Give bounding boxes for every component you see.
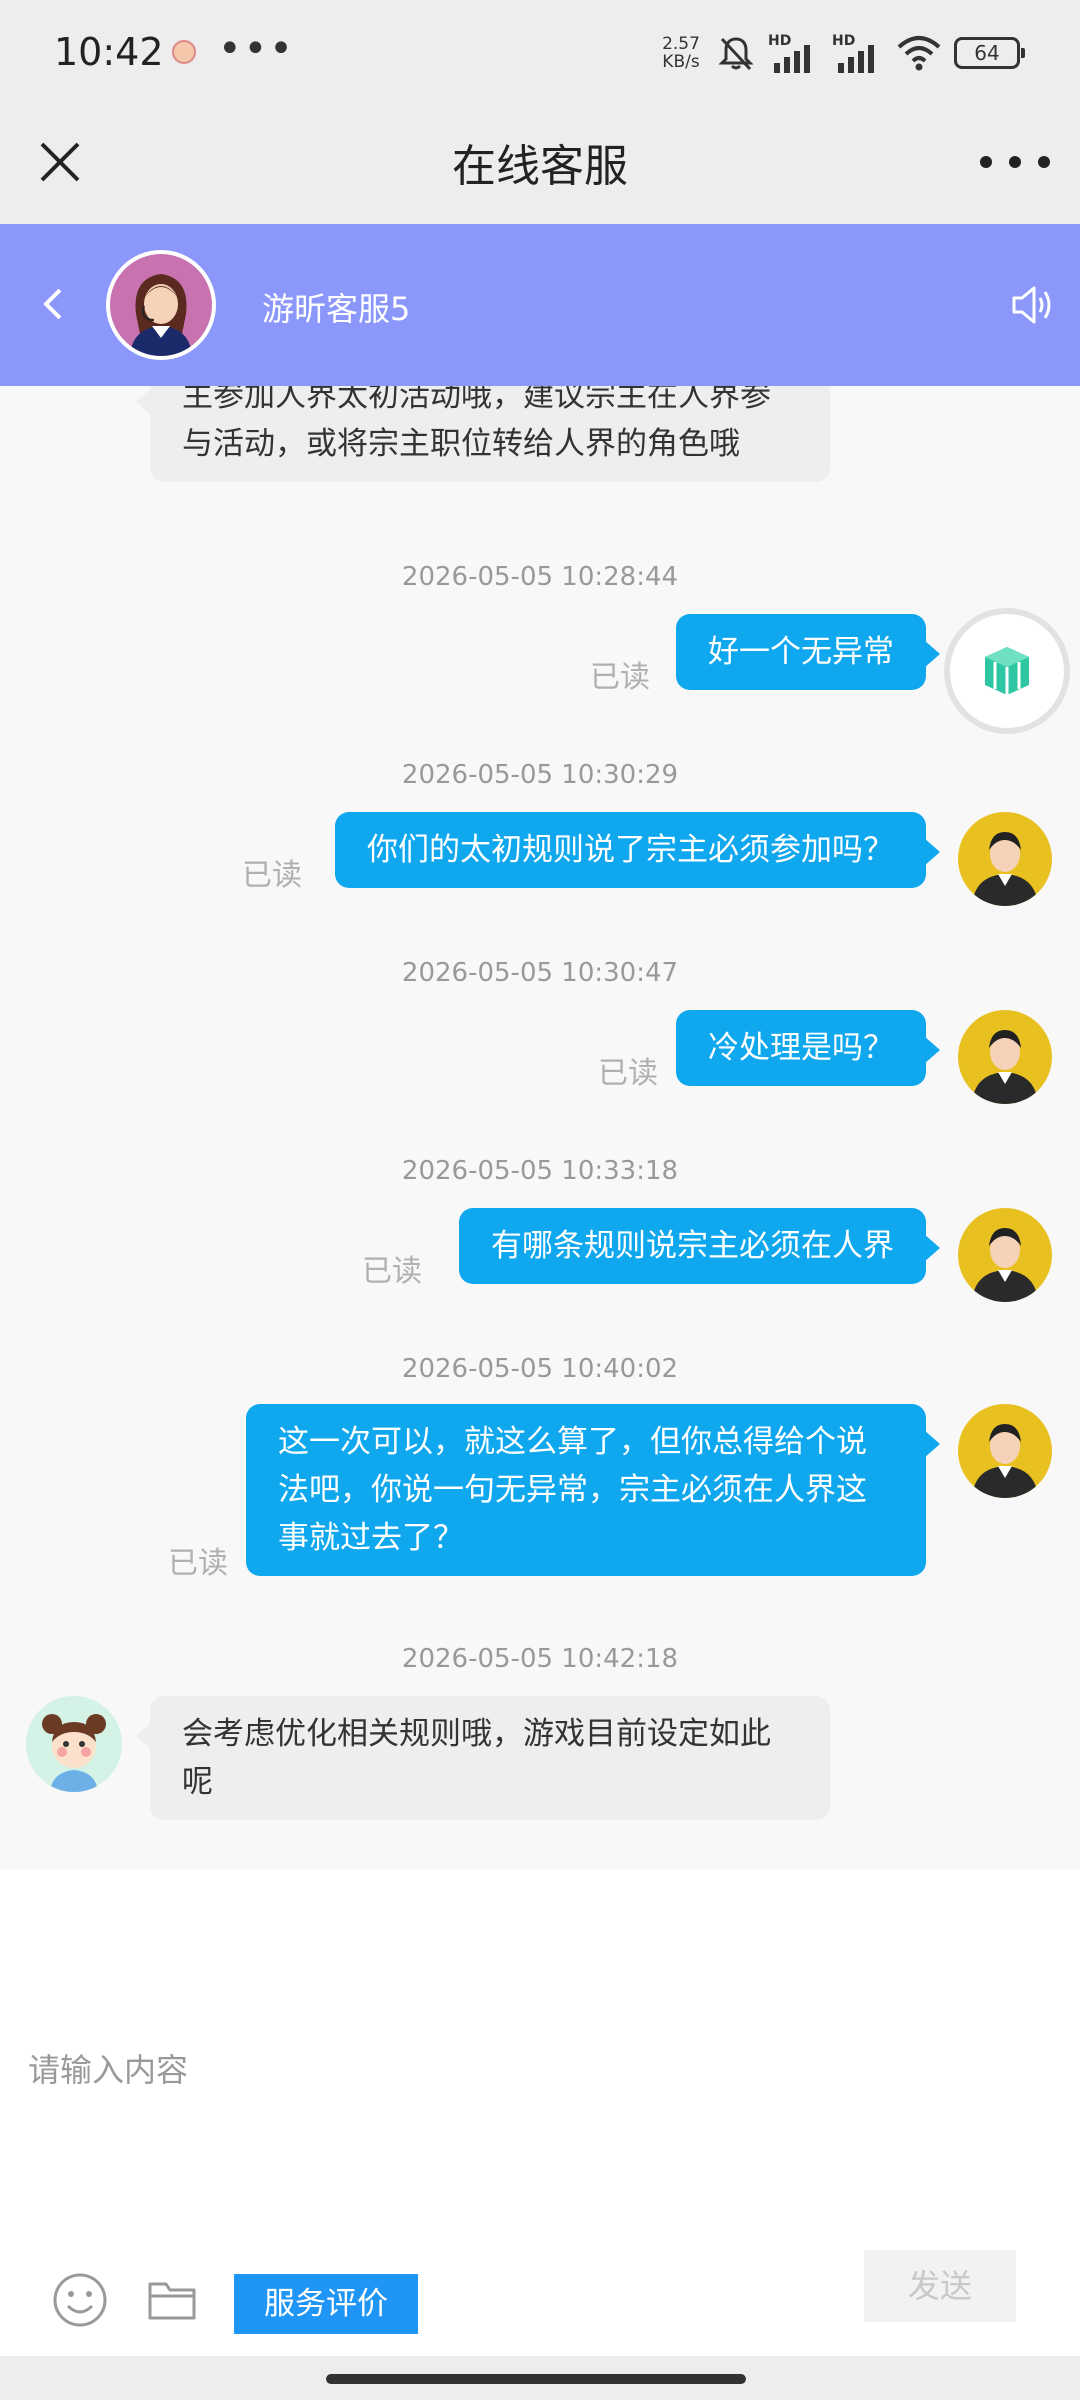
message-timestamp: 2026-05-05 10:30:29: [401, 760, 679, 790]
speaker-button[interactable]: [1008, 278, 1058, 332]
user-avatar: [958, 1010, 1052, 1104]
more-options-button[interactable]: [980, 134, 1050, 190]
home-indicator[interactable]: [0, 2356, 1080, 2400]
read-status: 已读: [590, 660, 650, 695]
message-bubble-user: 好一个无异常: [676, 614, 940, 690]
status-bar: 10:42 ••• 2.57 KB/s HD HD 64: [0, 0, 1080, 100]
title-bar: 在线客服: [0, 100, 1080, 224]
page-title: 在线客服: [452, 141, 628, 192]
read-status: 已读: [242, 858, 302, 893]
file-button[interactable]: [146, 2274, 198, 2326]
message-timestamp: 2026-05-05 10:30:47: [401, 958, 679, 988]
message-timestamp: 2026-05-05 10:42:18: [401, 1644, 679, 1674]
battery-icon: 64: [954, 37, 1025, 69]
read-status: 已读: [598, 1056, 658, 1091]
input-area: 服务评价 发送: [0, 1870, 1080, 2356]
signal-sim2-icon: HD: [832, 33, 884, 73]
network-speed: 2.57 KB/s: [662, 34, 700, 72]
back-button[interactable]: [28, 272, 76, 336]
agent-avatar-image: [130, 274, 192, 356]
user-avatar: [958, 1404, 1052, 1498]
send-button[interactable]: 发送: [864, 2250, 1016, 2322]
message-timestamp: 2026-05-05 10:28:44: [401, 562, 679, 592]
message-bubble-user: 有哪条规则说宗主必须在人界: [459, 1208, 940, 1284]
message-input[interactable]: [28, 2020, 1028, 2120]
wifi-icon: [897, 36, 941, 71]
mute-bell-icon: [718, 37, 754, 71]
back-icon: [43, 288, 62, 320]
message-bubble-agent: 会考虑优化相关规则哦，游戏目前设定如此 呢: [136, 1696, 830, 1820]
agent-header: 游昕客服5: [0, 224, 1080, 386]
folder-icon: [148, 2282, 196, 2320]
cube-icon: [985, 647, 1029, 695]
floating-cube-button[interactable]: [944, 608, 1070, 734]
message-bubble-user: 这一次可以，就这么算了，但你总得给个说 法吧，你说一句无异常，宗主必须在人界这 …: [246, 1404, 940, 1576]
speaker-icon: [1012, 286, 1051, 324]
read-status: 已读: [362, 1254, 422, 1289]
message-timestamp: 2026-05-05 10:40:02: [401, 1354, 679, 1384]
message-timestamp: 2026-05-05 10:33:18: [401, 1156, 679, 1186]
agent-avatar: [106, 250, 216, 360]
service-rating-button[interactable]: 服务评价: [234, 2274, 418, 2334]
read-status: 已读: [168, 1546, 228, 1581]
status-indicators: 2.57 KB/s HD HD 64: [658, 28, 1025, 78]
cs-avatar: [26, 1696, 122, 1792]
message-bubble-agent: 主参加人界太初活动哦，建议宗主在人界参 与活动，或将宗主职位转给人界的角色哦: [136, 386, 830, 482]
signal-sim1-icon: HD: [768, 33, 820, 73]
chat-area[interactable]: 主参加人界太初活动哦，建议宗主在人界参 与活动，或将宗主职位转给人界的角色哦 2…: [0, 386, 1080, 1870]
message-bubble-user: 你们的太初规则说了宗主必须参加吗？: [335, 812, 940, 888]
emoji-icon: [53, 2273, 107, 2327]
more-icon: [980, 156, 992, 168]
status-time: 10:42: [54, 30, 164, 74]
more-notifications-icon: •••: [218, 26, 295, 72]
user-avatar: [958, 1208, 1052, 1302]
user-avatar: [958, 812, 1052, 906]
agent-name: 游昕客服5: [262, 290, 411, 328]
app-notification-icon: [172, 40, 196, 64]
message-bubble-user: 冷处理是吗？: [676, 1010, 940, 1086]
emoji-button[interactable]: [50, 2270, 110, 2330]
